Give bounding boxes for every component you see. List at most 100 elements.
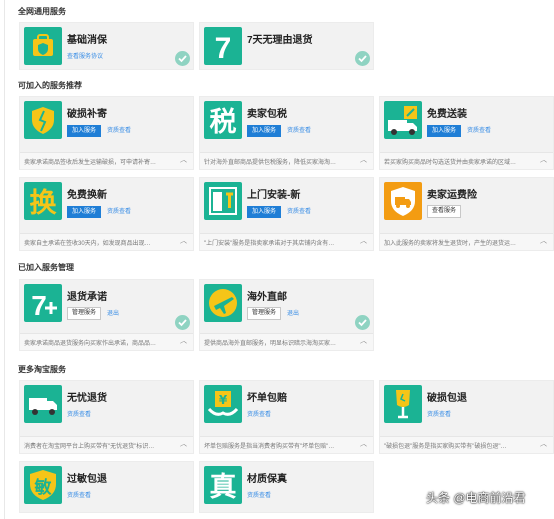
- allergy-glyph: 敏: [34, 477, 52, 498]
- qualification-link[interactable]: 资质查看: [107, 206, 131, 218]
- card-huanxin[interactable]: 换 免费换新 加入服务 资质查看 卖家自主承诺在签收30天内，如发现商品出现… ︿: [19, 177, 194, 251]
- card-qitian[interactable]: 7 7天无理由退货: [199, 22, 374, 70]
- collapse-caret-icon[interactable]: ︿: [540, 441, 547, 448]
- yen-hands-icon: ¥: [204, 385, 242, 423]
- card-description: 若买家购买商品时勾选送货并由卖家承诺的区域…: [384, 160, 517, 166]
- genuine-char-icon: 真: [204, 466, 242, 504]
- seven-plus-icon: 7: [24, 284, 62, 322]
- join-service-button[interactable]: 加入服务: [247, 205, 282, 218]
- section-title-joined: 已加入服务管理: [18, 263, 74, 272]
- card-shangmen[interactable]: 上门安装-新 加入服务 资质查看 "上门安装"服务是指卖家承诺对于其店铺内含有… ︿: [199, 177, 374, 251]
- card-description: 加入此服务的卖家将发生退货时，产生的退货运…: [384, 241, 517, 247]
- joined-check-icon: [175, 51, 190, 66]
- quit-link[interactable]: 退出: [287, 308, 299, 320]
- join-service-button[interactable]: 加入服务: [67, 205, 102, 218]
- card-name: 退货承诺: [67, 292, 107, 303]
- card-jichu[interactable]: 基础消保 查看服务协议: [19, 22, 194, 70]
- card-description: 消费者在淘宝网平台上购买带有"无忧退货"标识…: [24, 444, 155, 450]
- allergy-char-icon: 敏: [24, 466, 62, 504]
- card-name: 坏单包赔: [247, 393, 287, 404]
- service-agreement-link[interactable]: 查看服务协议: [67, 51, 103, 63]
- collapse-caret-icon[interactable]: ︿: [360, 157, 367, 164]
- card-description: 卖家承诺商品签收后发生运输破损，可申请补寄…: [24, 160, 157, 166]
- card-name: 卖家运费险: [427, 190, 477, 201]
- qualification-link[interactable]: 资质查看: [67, 409, 91, 421]
- card-name: 上门安装-新: [247, 190, 301, 201]
- return-truck-icon: [24, 385, 62, 423]
- svg-text:¥: ¥: [219, 393, 228, 407]
- shield-bag-icon: [24, 27, 62, 65]
- collapse-caret-icon[interactable]: ︿: [360, 338, 367, 345]
- card-name: 基础消保: [67, 35, 107, 46]
- qualification-link[interactable]: 资质查看: [467, 125, 491, 137]
- manage-service-button[interactable]: 管理服务: [247, 307, 282, 320]
- delivery-truck-wrench-icon: [384, 101, 422, 139]
- qualification-link[interactable]: 资质查看: [107, 125, 131, 137]
- collapse-caret-icon[interactable]: ︿: [180, 441, 187, 448]
- tax-glyph: 税: [210, 107, 237, 138]
- joined-check-icon: [355, 315, 370, 330]
- join-service-button[interactable]: 加入服务: [427, 124, 462, 137]
- collapse-caret-icon[interactable]: ︿: [540, 238, 547, 245]
- card-name: 免费送装: [427, 109, 467, 120]
- card-baoshui[interactable]: 税 卖家包税 加入服务 资质查看 针对海外直邮商品提供包税服务，降低买家海淘… ︿: [199, 96, 374, 170]
- card-tuihuo[interactable]: 7 退货承诺 管理服务 退出 卖家承诺商品退货服务向买家作出承诺，商品品… ︿: [19, 279, 194, 351]
- install-door-icon: [204, 182, 242, 220]
- truck-shield-icon: [384, 182, 422, 220]
- exchange-glyph: 换: [30, 188, 58, 219]
- card-yunfei[interactable]: 卖家运费险 查看服务 加入此服务的卖家将发生退货时，产生的退货运… ︿: [379, 177, 554, 251]
- card-haiwai[interactable]: 海外直邮 管理服务 退出 提供商品海外直邮服务，明显标识暗示海淘买家… ︿: [199, 279, 374, 351]
- collapse-caret-icon[interactable]: ︿: [540, 157, 547, 164]
- card-songzhuang[interactable]: 免费送装 加入服务 资质查看 若买家购买商品时勾选送货并由卖家承诺的区域… ︿: [379, 96, 554, 170]
- card-description: 针对海外直邮商品提供包税服务，降低买家海淘…: [204, 160, 337, 166]
- section-title-recommended: 可加入的服务推荐: [18, 81, 82, 90]
- card-wuyou[interactable]: 无忧退货 资质查看 消费者在淘宝网平台上购买带有"无忧退货"标识… ︿: [19, 380, 194, 454]
- section-title-more: 更多淘宝服务: [18, 365, 66, 374]
- tax-char-icon: 税: [204, 101, 242, 139]
- join-service-button[interactable]: 加入服务: [247, 124, 282, 137]
- section-title-general: 全网通用服务: [18, 7, 66, 16]
- seven-days-icon: 7: [204, 27, 242, 65]
- qualification-link[interactable]: 资质查看: [67, 490, 91, 502]
- collapse-caret-icon[interactable]: ︿: [180, 238, 187, 245]
- card-description: 坏单包赔服务是指当消费者购买带有"坏单包赔"…: [204, 444, 335, 450]
- qualification-link[interactable]: 资质查看: [247, 490, 271, 502]
- broken-glass-icon: [384, 385, 422, 423]
- watermark-text: 头条 @电商前沿君: [426, 491, 526, 505]
- card-name: 破损包退: [427, 393, 467, 404]
- card-caizhi[interactable]: 真 材质保真 资质查看: [199, 461, 374, 513]
- svg-text:7: 7: [31, 290, 47, 321]
- manage-service-button[interactable]: 管理服务: [67, 307, 102, 320]
- card-posunbao[interactable]: 破损包退 资质查看 "破损包退"服务是指买家购买带有"破损包退"… ︿: [379, 380, 554, 454]
- exchange-char-icon: 换: [24, 182, 62, 220]
- join-service-button[interactable]: 加入服务: [67, 124, 102, 137]
- card-posun[interactable]: 破损补寄 加入服务 资质查看 卖家承诺商品签收后发生运输破损，可申请补寄… ︿: [19, 96, 194, 170]
- collapse-caret-icon[interactable]: ︿: [360, 238, 367, 245]
- card-name: 无忧退货: [67, 393, 107, 404]
- qualification-link[interactable]: 资质查看: [427, 409, 451, 421]
- qualification-link[interactable]: 资质查看: [247, 409, 271, 421]
- card-name: 免费换新: [67, 190, 107, 201]
- qualification-link[interactable]: 资质查看: [287, 125, 311, 137]
- broken-shield-icon: [24, 101, 62, 139]
- service-management-page: 全网通用服务 基础消保 查看服务协议 7 7天无理由退货 可加入的服务推荐 破损…: [0, 0, 554, 519]
- card-description: 提供商品海外直邮服务，明显标识暗示海淘买家…: [204, 341, 337, 347]
- card-huaidan[interactable]: ¥ 坏单包赔 资质查看 坏单包赔服务是指当消费者购买带有"坏单包赔"… ︿: [199, 380, 374, 454]
- card-name: 材质保真: [247, 474, 287, 485]
- card-description: "破损包退"服务是指买家购买带有"破损包退"…: [384, 444, 507, 450]
- card-description: 卖家承诺商品退货服务向买家作出承诺，商品品…: [24, 341, 157, 347]
- card-name: 7天无理由退货: [247, 35, 313, 46]
- card-name: 过敏包退: [67, 474, 107, 485]
- collapse-caret-icon[interactable]: ︿: [360, 441, 367, 448]
- card-description: "上门安装"服务是指卖家承诺对于其店铺内含有…: [204, 241, 335, 247]
- view-service-button[interactable]: 查看服务: [427, 205, 462, 218]
- card-guomin[interactable]: 敏 过敏包退 资质查看: [19, 461, 194, 513]
- airplane-icon: [204, 284, 242, 322]
- collapse-caret-icon[interactable]: ︿: [180, 157, 187, 164]
- joined-check-icon: [355, 51, 370, 66]
- card-name: 破损补寄: [67, 109, 107, 120]
- qualification-link[interactable]: 资质查看: [287, 206, 311, 218]
- card-name: 卖家包税: [247, 109, 287, 120]
- quit-link[interactable]: 退出: [107, 308, 119, 320]
- collapse-caret-icon[interactable]: ︿: [180, 338, 187, 345]
